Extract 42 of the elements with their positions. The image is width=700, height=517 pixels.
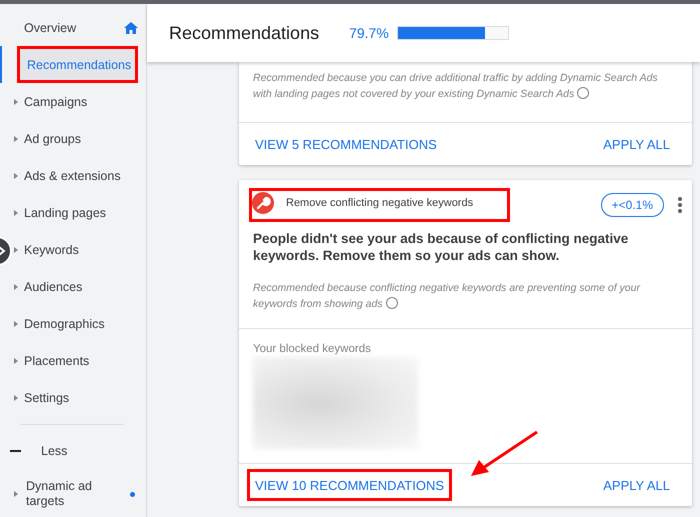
card-headline: People didn't see your ads because of conflicting negative keywords. Remove them so your ads can show. xyxy=(253,230,630,264)
sidebar-item[interactable]: Settings xyxy=(14,379,138,416)
recommendation-reason: Recommended because conflicting negative keywords are preventing some of your keywords from showing ads xyxy=(253,281,642,312)
apply-all-button[interactable]: APPLY ALL xyxy=(595,128,678,160)
help-icon[interactable] xyxy=(386,297,398,309)
home-icon xyxy=(124,22,138,34)
help-icon[interactable] xyxy=(577,87,590,99)
uplift-badge: +<0.1% xyxy=(600,193,664,217)
caret-icon xyxy=(14,320,18,326)
apply-all-button[interactable]: APPLY ALL xyxy=(595,469,678,501)
sidebar-item[interactable]: Placements xyxy=(14,342,138,379)
more-icon[interactable] xyxy=(678,197,682,213)
caret-icon xyxy=(14,246,18,252)
caret-icon xyxy=(14,358,18,364)
minus-icon xyxy=(10,450,21,452)
sidebar-item[interactable]: Campaigns xyxy=(14,83,138,120)
sidebar-item[interactable]: Dynamic ad targets xyxy=(26,479,106,509)
caret-icon xyxy=(14,284,18,290)
optimization-score: 79.7% xyxy=(349,25,389,41)
caret-icon xyxy=(14,394,18,400)
sidebar-item[interactable]: Landing pages xyxy=(14,194,138,231)
view-recommendations-button[interactable]: VIEW 5 RECOMMENDATIONS xyxy=(247,128,445,160)
caret-icon xyxy=(14,210,18,216)
recommendation-reason: Recommended because you can drive additional traffic by adding Dynamic Search Ads with landing pages not covered by your existing Dynamic Search Ads xyxy=(253,71,659,102)
sidebar-item[interactable]: Overview xyxy=(14,9,138,46)
sidebar-item[interactable]: Recommendations xyxy=(17,46,138,83)
sidebar-item[interactable]: Ad groups xyxy=(14,120,138,157)
caret-icon xyxy=(14,136,18,142)
sidebar-item[interactable]: Demographics xyxy=(14,305,138,342)
less-toggle[interactable]: Less xyxy=(41,444,68,458)
caret-icon xyxy=(14,491,18,497)
section-label: Your blocked keywords xyxy=(253,343,372,355)
sidebar-item[interactable]: Keywords xyxy=(14,231,138,268)
chevron-icon xyxy=(0,246,6,256)
sidebar-item[interactable]: Audiences xyxy=(14,268,138,305)
caret-icon xyxy=(14,98,18,104)
caret-icon xyxy=(14,172,18,178)
view-recommendations-button[interactable]: VIEW 10 RECOMMENDATIONS xyxy=(247,469,452,501)
card-title: Remove conflicting negative keywords xyxy=(286,197,474,209)
wrench-icon xyxy=(252,192,274,214)
page-title: Recommendations xyxy=(169,22,320,44)
sidebar-item[interactable]: Ads & extensions xyxy=(14,157,138,194)
